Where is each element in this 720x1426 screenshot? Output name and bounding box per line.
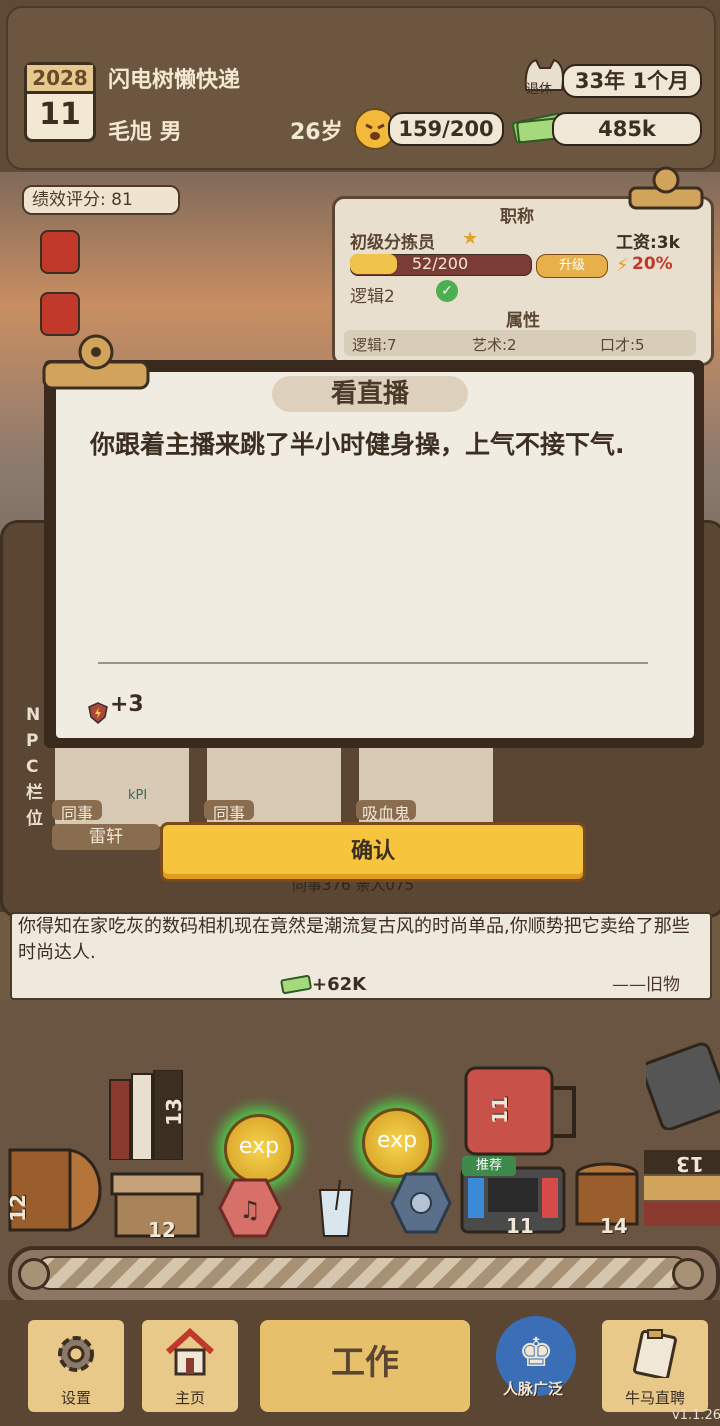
clipboard-icon — [630, 1328, 680, 1381]
npc-badge: kPI — [128, 788, 148, 803]
event-log-source: ——旧物 — [612, 975, 680, 995]
belt-wheel-icon — [18, 1258, 50, 1290]
cash-icon — [280, 974, 312, 995]
skill-requirement: 逻辑2 — [350, 287, 395, 307]
performance-score: 绩效评分: 81 — [22, 185, 180, 215]
briefcase-item[interactable] — [641, 1040, 720, 1131]
job-position: 初级分拣员 — [350, 233, 435, 253]
home-label: 主页 — [174, 1389, 205, 1407]
confirm-button[interactable]: 确认 — [160, 822, 586, 882]
job-progress-text: 52/200 — [411, 254, 469, 273]
attr-eloquence: 口才:5 — [600, 336, 645, 354]
console-count: 11 — [506, 1214, 534, 1238]
suitcase-count: 11 — [487, 1096, 512, 1124]
event-log-money: +62K — [312, 974, 367, 995]
home-button[interactable]: 主页 — [138, 1316, 242, 1416]
recommend-tag: 推荐 — [462, 1156, 516, 1176]
books-count: 13 — [161, 1098, 186, 1126]
job-market-label: 牛马直聘 — [624, 1389, 685, 1407]
npc-column-label: NPC栏位 — [26, 705, 43, 829]
svg-text:♚: ♚ — [518, 1330, 554, 1372]
network-label: 人脉广泛 — [502, 1380, 563, 1398]
lantern-icon — [40, 230, 80, 274]
npc-tag: 同事 — [204, 800, 254, 823]
barrel-count: 12 — [5, 1194, 30, 1222]
mood-value: 159/200 — [388, 112, 504, 146]
job-panel-title: 职称 — [500, 207, 534, 227]
npc-tag: 吸血鬼 — [356, 800, 416, 823]
money-value: 485k — [552, 112, 702, 146]
music-note-icon[interactable]: ♫ — [218, 1178, 282, 1238]
box-count: 12 — [148, 1218, 176, 1242]
clipboard-clip-icon — [40, 332, 152, 396]
check-icon: ✓ — [436, 280, 458, 302]
attr-logic: 逻辑:7 — [352, 336, 397, 354]
exp-orb-button[interactable]: exp — [224, 1114, 294, 1184]
npc-name: 雷轩 — [52, 824, 160, 850]
divider — [98, 662, 648, 664]
brain-icon[interactable] — [390, 1172, 452, 1234]
modal-reward: +3 — [110, 692, 144, 717]
exp-orb-button[interactable]: exp — [362, 1108, 432, 1178]
settings-button[interactable]: 设置 — [24, 1316, 128, 1416]
suitcase-item[interactable] — [464, 1066, 584, 1156]
calendar-year: 2028 — [27, 65, 93, 94]
svg-text:♫: ♫ — [239, 1196, 261, 1224]
settings-label: 设置 — [60, 1389, 91, 1407]
chess-king-icon: ♚ — [510, 1326, 562, 1376]
conveyor-track — [36, 1256, 688, 1290]
star-icon: ★ — [462, 228, 479, 249]
home-icon — [164, 1327, 216, 1378]
work-button[interactable]: 工作 — [256, 1316, 474, 1416]
company-name: 闪电树懒快递 — [108, 68, 241, 93]
attr-art: 艺术:2 — [472, 336, 517, 354]
calendar-icon: 2028 11 — [24, 62, 96, 142]
job-market-button[interactable]: 牛马直聘 — [598, 1316, 712, 1416]
clipboard-clip-icon — [626, 164, 706, 216]
npc-tag: 同事 — [52, 800, 102, 823]
modal-title: 看直播 — [330, 379, 409, 409]
attributes-title: 属性 — [506, 311, 540, 331]
event-log-text: 你得知在家吃灰的数码相机现在竟然是潮流复古风的时尚单品,你顺势把它卖给了那些时尚… — [18, 916, 690, 963]
version-label: v1.1.26 — [672, 1408, 720, 1423]
stack-count: 13 — [676, 1152, 704, 1176]
calendar-day: 11 — [39, 97, 81, 132]
modal-body-text: 你跟着主播来跳了半小时健身操，上气不接下气. — [90, 430, 625, 459]
job-bonus: 20% — [632, 254, 673, 274]
gear-icon — [52, 1330, 100, 1378]
job-salary: 工资:3k — [616, 233, 680, 253]
lantern-icon — [40, 292, 80, 336]
belt-wheel-icon — [672, 1258, 704, 1290]
barrel-count: 14 — [600, 1214, 628, 1238]
retire-badge: 退休 — [526, 82, 553, 97]
lightning-icon: ⚡ — [616, 255, 629, 276]
promote-button[interactable]: 升级 — [536, 254, 608, 278]
retire-countdown: 33年 1个月 — [562, 64, 702, 98]
player-age: 26岁 — [290, 120, 343, 145]
player-name: 毛旭 男 — [108, 120, 182, 145]
energy-shield-icon — [88, 702, 108, 724]
water-glass-icon[interactable] — [316, 1179, 356, 1240]
